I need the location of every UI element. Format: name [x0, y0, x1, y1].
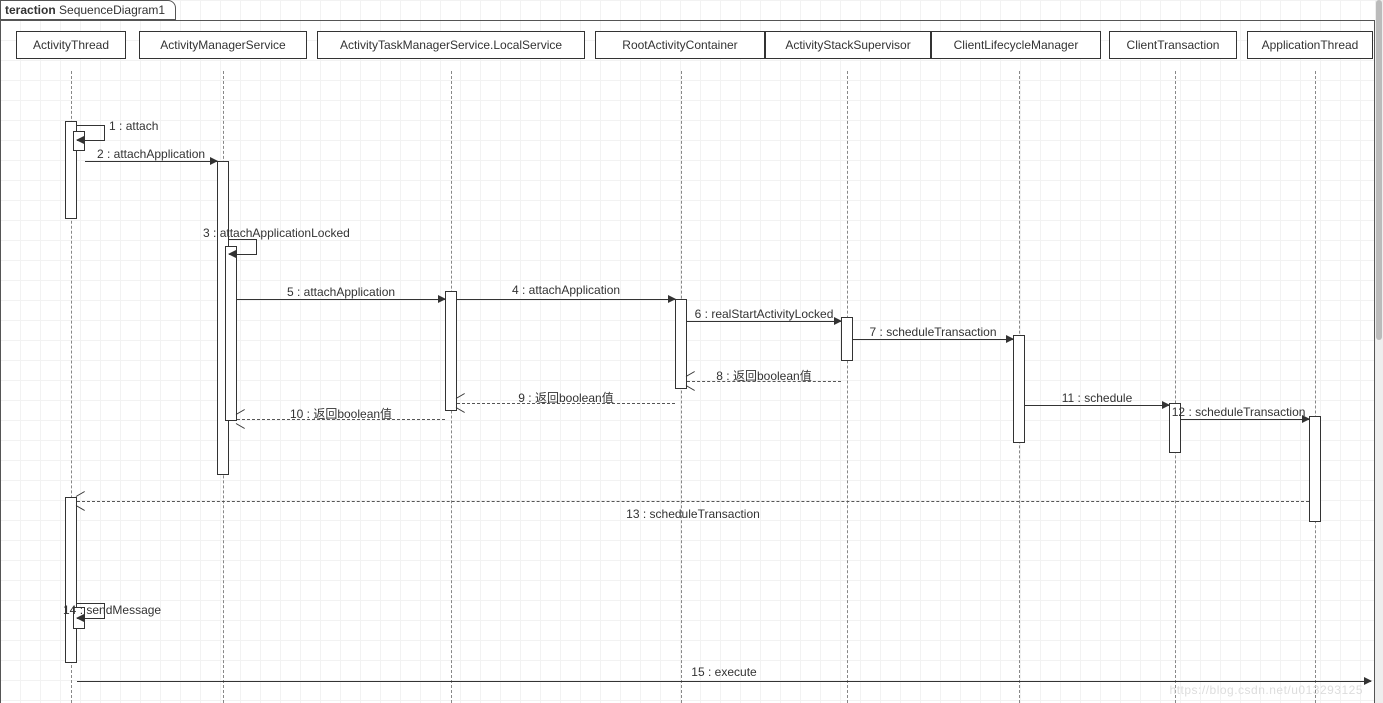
arrow-left-icon: [76, 136, 84, 144]
participant-activitythread: ActivityThread: [16, 31, 126, 59]
msg-10-return-boolean: 10 : 返回boolean值: [237, 419, 445, 420]
msg-6-realstartactivitylocked: 6 : realStartActivityLocked: [687, 321, 841, 322]
watermark: https://blog.csdn.net/u013293125: [1170, 683, 1363, 697]
msg-15-execute: 15 : execute: [77, 681, 1371, 682]
activation-p2: [445, 291, 457, 411]
msg-label: 1 : attach: [109, 119, 158, 133]
msg-label: 14 : sendMessage: [63, 603, 161, 617]
activation-p7: [1309, 416, 1321, 522]
diagram-tab-name: SequenceDiagram1: [59, 3, 165, 17]
arrow-left-icon: [236, 414, 244, 424]
msg-label: 11 : schedule: [1060, 391, 1135, 405]
msg-label: 3 : attachApplicationLocked: [203, 226, 350, 240]
activation-p0-c: [65, 497, 77, 663]
msg-7-scheduletransaction: 7 : scheduleTransaction: [853, 339, 1013, 340]
participant-activitytaskmanagerservice: ActivityTaskManagerService.LocalService: [317, 31, 585, 59]
lifeline-p7: [1315, 71, 1316, 703]
msg-13-scheduletransaction: 13 : scheduleTransaction: [77, 501, 1309, 502]
msg-3-attachapplicationlocked: 3 : attachApplicationLocked: [229, 239, 257, 255]
participant-activitymanagerservice: ActivityManagerService: [139, 31, 307, 59]
arrow-right-icon: [1364, 677, 1372, 685]
arrow-left-icon: [686, 376, 694, 386]
activation-p5: [1013, 335, 1025, 443]
participant-activitystacksupervisor: ActivityStackSupervisor: [765, 31, 931, 59]
participant-clienttransaction: ClientTransaction: [1109, 31, 1237, 59]
msg-5-attachapplication: 5 : attachApplication: [237, 299, 445, 300]
arrow-right-icon: [668, 295, 676, 303]
msg-12-scheduletransaction: 12 : scheduleTransaction: [1181, 419, 1309, 420]
vertical-scrollbar[interactable]: [1375, 0, 1383, 703]
msg-label: 10 : 返回boolean值: [288, 405, 394, 422]
lifeline-p4: [847, 71, 848, 703]
arrow-right-icon: [1006, 335, 1014, 343]
msg-label: 15 : execute: [689, 665, 758, 679]
msg-label: 13 : scheduleTransaction: [624, 507, 762, 521]
msg-1-attach: 1 : attach: [77, 125, 105, 141]
arrow-right-icon: [210, 157, 218, 165]
msg-label: 8 : 返回boolean值: [714, 367, 813, 384]
msg-label: 12 : scheduleTransaction: [1170, 405, 1308, 419]
msg-9-return-boolean: 9 : 返回boolean值: [457, 403, 675, 404]
msg-label: 4 : attachApplication: [510, 283, 622, 297]
diagram-tab: teraction SequenceDiagram1: [0, 0, 176, 20]
msg-label: 9 : 返回boolean值: [516, 389, 615, 406]
msg-label: 7 : scheduleTransaction: [868, 325, 999, 339]
msg-8-return-boolean: 8 : 返回boolean值: [687, 381, 841, 382]
diagram-frame: ActivityThread ActivityManagerService Ac…: [0, 20, 1375, 703]
arrow-left-icon: [76, 496, 84, 506]
participant-clientlifecyclemanager: ClientLifecycleManager: [931, 31, 1101, 59]
arrow-left-icon: [228, 250, 236, 258]
participant-applicationthread: ApplicationThread: [1247, 31, 1373, 59]
msg-label: 6 : realStartActivityLocked: [693, 307, 836, 321]
arrow-left-icon: [456, 398, 464, 408]
scrollbar-thumb[interactable]: [1376, 0, 1382, 340]
msg-label: 2 : attachApplication: [95, 147, 207, 161]
msg-11-schedule: 11 : schedule: [1025, 405, 1169, 406]
activation-p1-b: [225, 246, 237, 421]
msg-4-attachapplication: 4 : attachApplication: [457, 299, 675, 300]
msg-label: 5 : attachApplication: [285, 285, 397, 299]
msg-2-attachapplication: 2 : attachApplication: [85, 161, 217, 162]
participant-rootactivitycontainer: RootActivityContainer: [595, 31, 765, 59]
diagram-tab-prefix: teraction: [5, 3, 56, 17]
msg-14-sendmessage: 14 : sendMessage: [77, 603, 105, 619]
activation-p4: [841, 317, 853, 361]
arrow-right-icon: [438, 295, 446, 303]
lifeline-p6: [1175, 71, 1176, 703]
